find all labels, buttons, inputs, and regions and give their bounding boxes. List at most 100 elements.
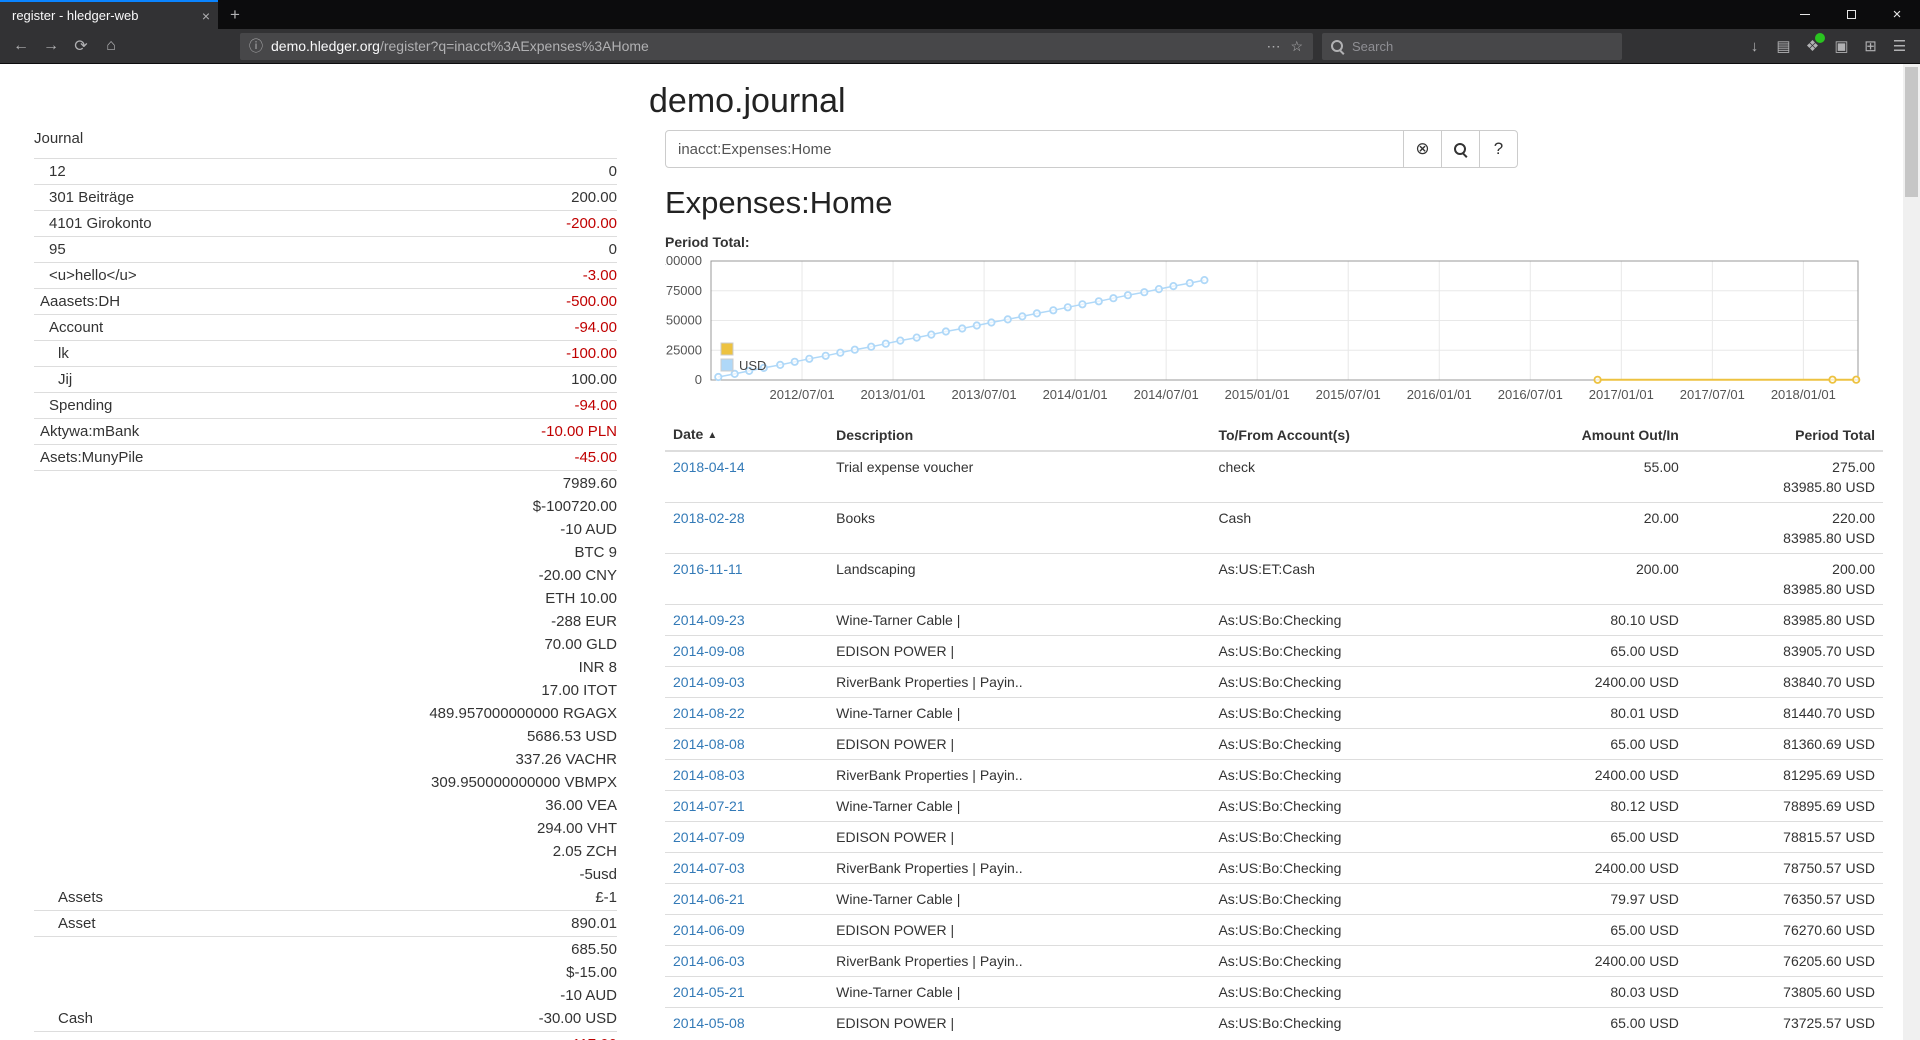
home-button[interactable]: ⌂: [96, 32, 126, 60]
period-total-line: 81360.69 USD: [1695, 734, 1875, 754]
transaction-date-link[interactable]: 2014-06-09: [673, 922, 745, 938]
extension-button[interactable]: ❖: [1798, 32, 1827, 60]
transaction-date-link[interactable]: 2018-02-28: [673, 510, 745, 526]
transaction-date-link[interactable]: 2014-07-09: [673, 829, 745, 845]
menu-button[interactable]: ☰: [1885, 32, 1914, 60]
transaction-date-link[interactable]: 2018-04-14: [673, 459, 745, 475]
transaction-date-link[interactable]: 2014-08-03: [673, 767, 745, 783]
register-account-cell: As:US:Bo:Checking: [1210, 946, 1493, 977]
x-tick-label: 2015/01/01: [1225, 387, 1290, 402]
period-total-line: 73805.60 USD: [1695, 982, 1875, 1002]
column-header-amt: Amount Out/In: [1494, 420, 1687, 451]
sidebars-button[interactable]: ▣: [1827, 32, 1856, 60]
sidebar-account-link[interactable]: Asets:MunyPile: [34, 446, 143, 469]
close-icon: ×: [1893, 6, 1902, 23]
sidebar-account-link[interactable]: lk: [34, 342, 69, 365]
window-close-button[interactable]: ×: [1874, 0, 1920, 29]
back-button[interactable]: ←: [6, 32, 36, 60]
window-minimize-button[interactable]: [1782, 0, 1828, 29]
x-tick-label: 2016/07/01: [1498, 387, 1563, 402]
page-scrollbar[interactable]: [1903, 64, 1920, 1040]
series-point: [792, 359, 798, 365]
forward-button[interactable]: →: [36, 32, 66, 60]
window-maximize-button[interactable]: [1828, 0, 1874, 29]
new-tab-button[interactable]: +: [218, 0, 252, 29]
register-amount-cell: 79.97 USD: [1494, 884, 1687, 915]
sort-caret-icon: ▲: [707, 430, 717, 441]
sidebar-account-link[interactable]: Asset: [34, 912, 96, 935]
sidebar-account-link[interactable]: <u>hello</u>: [34, 264, 137, 287]
register-description-cell: Books: [828, 503, 1210, 554]
scrollbar-thumb[interactable]: [1905, 67, 1918, 197]
tab-close-icon[interactable]: ×: [202, 8, 210, 24]
transaction-date-link[interactable]: 2014-07-03: [673, 860, 745, 876]
transaction-date-link[interactable]: 2014-05-21: [673, 984, 745, 1000]
register-amount-cell: 2400.00 USD: [1494, 667, 1687, 698]
search-submit-button[interactable]: [1441, 130, 1480, 168]
query-input[interactable]: [665, 130, 1404, 168]
balance-amount: 294.00 VHT: [429, 817, 617, 840]
page-actions-icon[interactable]: ⋯: [1266, 38, 1280, 55]
transaction-date-link[interactable]: 2014-09-08: [673, 643, 745, 659]
y-tick-label: 25000: [666, 342, 702, 357]
url-text: demo.hledger.org/register?q=inacct%3AExp…: [271, 38, 1266, 54]
register-description-cell: Trial expense voucher: [828, 451, 1210, 503]
register-account-cell: As:US:Bo:Checking: [1210, 729, 1493, 760]
register-account-cell: As:US:Bo:Checking: [1210, 915, 1493, 946]
downloads-button[interactable]: ↓: [1740, 32, 1769, 60]
balance-amount: -10 AUD: [539, 984, 617, 1007]
sidebar-account-balance: -94.00: [574, 316, 617, 339]
transaction-date-link[interactable]: 2014-07-21: [673, 798, 745, 814]
apps-grid-icon: ⊞: [1864, 37, 1877, 55]
column-header-date[interactable]: Date▲: [665, 420, 828, 451]
clear-query-button[interactable]: ⊗: [1403, 130, 1442, 168]
bookmark-star-icon[interactable]: ☆: [1290, 38, 1303, 55]
sidebar-account-link[interactable]: Aktywa:mBank: [34, 420, 139, 443]
browser-search-box[interactable]: Search: [1322, 33, 1622, 60]
register-date-cell: 2014-07-09: [665, 822, 828, 853]
x-tick-label: 2017/07/01: [1680, 387, 1745, 402]
sidebar-account-link[interactable]: 95: [34, 238, 66, 261]
transaction-date-link[interactable]: 2014-09-03: [673, 674, 745, 690]
transaction-date-link[interactable]: 2016-11-11: [673, 561, 743, 577]
sidebar-account-link[interactable]: Aaasets:DH: [34, 290, 120, 313]
register-date-cell: 2014-08-22: [665, 698, 828, 729]
sidebar-account-list: 120301 Beiträge200.004101 Girokonto-200.…: [34, 158, 617, 1040]
sidebar-account-row: 950: [34, 236, 617, 262]
sidebar-account-row: lk-100.00: [34, 340, 617, 366]
sidebar-account-link[interactable]: Account: [34, 316, 103, 339]
transaction-date-link[interactable]: 2014-06-03: [673, 953, 745, 969]
transaction-date-link[interactable]: 2014-08-22: [673, 705, 745, 721]
sidebar-account-row: Asets:MunyPile-45.00: [34, 444, 617, 470]
browser-tab[interactable]: register - hledger-web ×: [0, 0, 218, 29]
apps-button[interactable]: ⊞: [1856, 32, 1885, 60]
register-description-cell: EDISON POWER |: [828, 915, 1210, 946]
register-row: 2014-06-03RiverBank Properties | Payin..…: [665, 946, 1883, 977]
sidebar-account-link[interactable]: Cash: [34, 1007, 93, 1030]
sidebar-journal-link[interactable]: Journal: [34, 128, 83, 150]
series-point: [806, 356, 812, 362]
sidebar-account-link[interactable]: 4101 Girokonto: [34, 212, 152, 235]
site-info-icon[interactable]: ⓘ: [249, 36, 263, 56]
transaction-date-link[interactable]: 2014-05-08: [673, 1015, 745, 1031]
register-period-total-cell: 76205.60 USD: [1687, 946, 1883, 977]
transaction-date-link[interactable]: 2014-09-23: [673, 612, 745, 628]
minimize-icon: [1800, 14, 1810, 15]
transaction-date-link[interactable]: 2014-06-21: [673, 891, 745, 907]
sidebar-account-link[interactable]: Jij: [34, 368, 72, 391]
sidebar-account-link[interactable]: 12: [34, 160, 66, 183]
library-button[interactable]: ▤: [1769, 32, 1798, 60]
period-total-line: 78815.57 USD: [1695, 827, 1875, 847]
sidebar-account-link[interactable]: Assets: [34, 886, 103, 909]
register-amount-cell: 65.00 USD: [1494, 636, 1687, 667]
search-help-button[interactable]: ?: [1479, 130, 1518, 168]
transaction-date-link[interactable]: 2014-08-08: [673, 736, 745, 752]
reload-button[interactable]: ⟳: [66, 32, 96, 60]
url-bar[interactable]: ⓘ demo.hledger.org/register?q=inacct%3AE…: [240, 33, 1313, 60]
sidebar-account-balance: -10.00 PLN: [541, 420, 617, 443]
register-account-cell: As:US:Bo:Checking: [1210, 884, 1493, 915]
sidebar-account-link[interactable]: 301 Beiträge: [34, 186, 134, 209]
sidebar-account-link[interactable]: Spending: [34, 394, 112, 417]
register-date-cell: 2014-06-09: [665, 915, 828, 946]
register-date-cell: 2018-02-28: [665, 503, 828, 554]
